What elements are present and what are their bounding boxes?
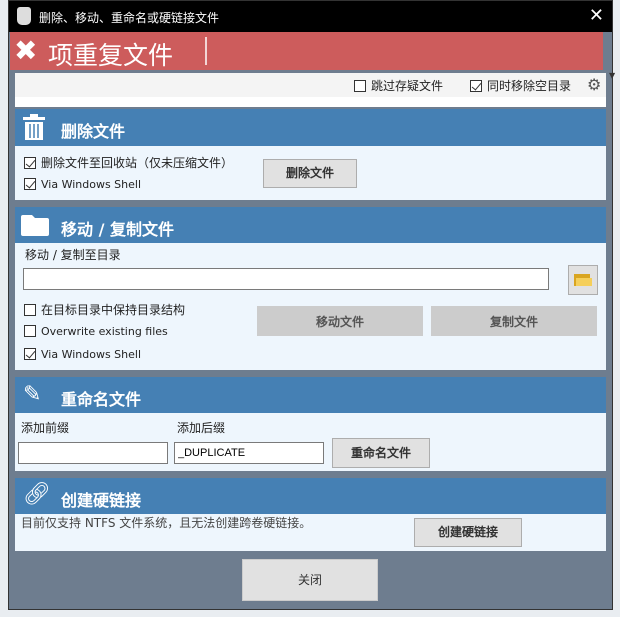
checkbox[interactable] — [24, 304, 36, 316]
prefix-label: 添加前缀 — [21, 421, 70, 435]
checkbox[interactable] — [24, 325, 36, 337]
destination-label: 移动 / 复制至目录 — [25, 248, 121, 262]
move-section-header: 移动 / 复制文件 — [15, 207, 606, 244]
hardlink-section-title: 创建硬链接 — [61, 491, 142, 510]
prefix-input[interactable] — [18, 442, 168, 464]
recycle-bin-checkbox[interactable]: 删除文件至回收站（仅未压缩文件） — [24, 154, 233, 171]
checkbox[interactable] — [470, 80, 482, 92]
keep-structure-checkbox[interactable]: 在目标目录中保持目录结构 — [24, 301, 185, 318]
edit-icon: ✎ — [23, 382, 42, 407]
checkbox[interactable] — [354, 80, 366, 92]
move-files-button[interactable]: 移动文件 — [257, 306, 423, 336]
options-bar: 跳过存疑文件 同时移除空目录 ⚙ — [15, 73, 606, 107]
banner-title: 项重复文件 — [48, 41, 174, 70]
copy-files-button[interactable]: 复制文件 — [431, 306, 597, 336]
move-section-title: 移动 / 复制文件 — [61, 220, 174, 239]
suffix-input[interactable] — [174, 442, 324, 464]
title-bar: 删除、移动、重命名或硬链接文件 ✕ — [9, 1, 612, 32]
overwrite-checkbox[interactable]: Overwrite existing files — [24, 325, 168, 338]
delete-shell-checkbox[interactable]: Via Windows Shell — [24, 178, 141, 191]
create-hardlinks-button[interactable]: 创建硬链接 — [414, 518, 522, 547]
close-window-button[interactable]: ✕ — [589, 5, 604, 26]
text-cursor — [205, 37, 207, 65]
folder-icon — [21, 215, 49, 236]
gear-icon[interactable]: ⚙ — [587, 75, 601, 94]
trash-icon — [23, 114, 45, 140]
skip-uncertain-checkbox[interactable]: 跳过存疑文件 — [354, 77, 443, 94]
delete-files-button[interactable]: 删除文件 — [263, 159, 357, 188]
trash-app-icon — [17, 7, 31, 25]
destination-input[interactable] — [23, 268, 549, 290]
delete-section: 删除文件至回收站（仅未压缩文件） Via Windows Shell 删除文件 — [15, 146, 606, 200]
x-icon: ✖ — [14, 34, 38, 67]
delete-section-title: 删除文件 — [61, 122, 126, 141]
rename-section-header: ✎ 重命名文件 — [15, 377, 606, 414]
remove-empty-dirs-checkbox[interactable]: 同时移除空目录 — [470, 77, 571, 94]
open-folder-icon — [574, 274, 592, 286]
duplicate-count-banner: ✖ 项重复文件 — [10, 32, 603, 70]
browse-folder-button[interactable] — [568, 265, 598, 295]
link-icon: 🔗︎ — [23, 482, 51, 507]
checkbox[interactable] — [24, 157, 36, 169]
checkbox[interactable] — [24, 178, 36, 190]
dialog-window: 删除、移动、重命名或硬链接文件 ✕ ✖ 项重复文件 ▼ 跳过存疑文件 同时移除空… — [8, 0, 615, 610]
close-button[interactable]: 关闭 — [242, 559, 378, 601]
checkbox[interactable] — [24, 348, 36, 360]
hardlink-note: 目前仅支持 NTFS 文件系统，且无法创建跨卷硬链接。 — [21, 516, 312, 530]
suffix-label: 添加后缀 — [177, 421, 226, 435]
move-section: 移动 / 复制至目录 在目标目录中保持目录结构 Overwrite existi… — [15, 243, 606, 370]
scroll-down-arrow-icon[interactable]: ▼ — [609, 71, 615, 80]
move-shell-checkbox[interactable]: Via Windows Shell — [24, 348, 141, 361]
hardlink-section-header: 🔗︎ 创建硬链接 — [15, 478, 606, 515]
delete-section-header: 删除文件 — [15, 109, 606, 146]
window-title: 删除、移动、重命名或硬链接文件 — [39, 11, 220, 25]
hardlink-section: 目前仅支持 NTFS 文件系统，且无法创建跨卷硬链接。 创建硬链接 — [15, 514, 606, 551]
rename-files-button[interactable]: 重命名文件 — [332, 438, 430, 468]
rename-section: 添加前缀 添加后缀 重命名文件 — [15, 413, 606, 471]
rename-section-title: 重命名文件 — [61, 390, 142, 409]
